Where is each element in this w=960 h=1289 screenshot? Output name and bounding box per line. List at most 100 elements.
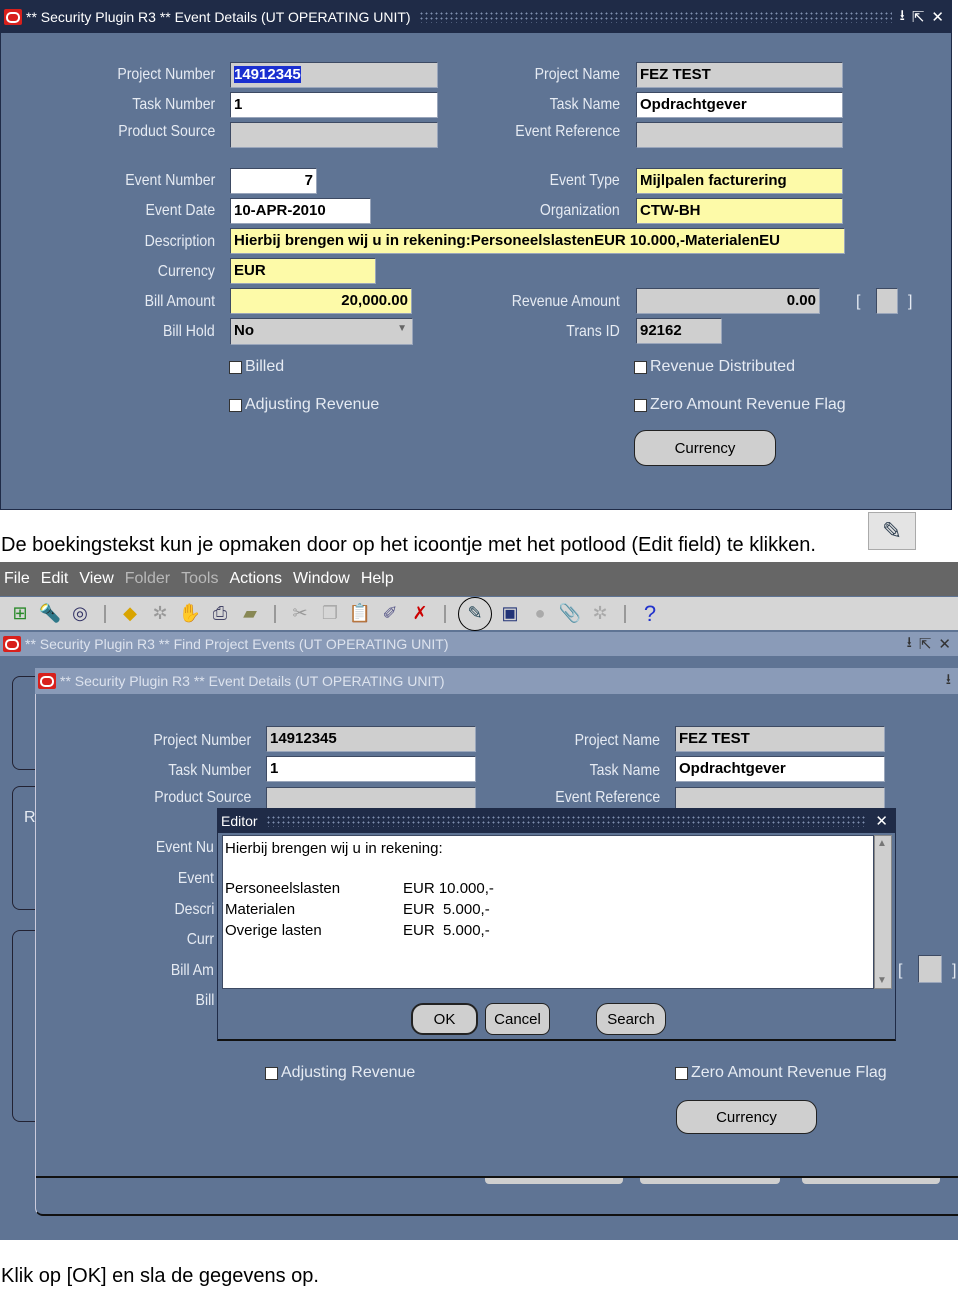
copy-icon[interactable]: ❐ bbox=[318, 602, 342, 626]
maximize-icon[interactable]: ⇱ bbox=[919, 635, 933, 653]
event-date-field[interactable]: 10-APR-2010 bbox=[230, 198, 371, 224]
project-name-field[interactable]: FEZ TEST bbox=[636, 62, 843, 88]
window-title: ** Security Plugin R3 ** Event Details (… bbox=[26, 9, 411, 25]
find-window-title: ** Security Plugin R3 ** Find Project Ev… bbox=[25, 636, 449, 652]
instruction-caption: Klik op [OK] en sla de gegevens op. bbox=[1, 1265, 319, 1287]
save-icon[interactable]: ◆ bbox=[118, 602, 142, 626]
print-icon[interactable]: ⎙ bbox=[208, 602, 232, 626]
editor-textarea[interactable]: Hierbij brengen wij u in rekening: Perso… bbox=[222, 835, 874, 989]
billed-checkbox[interactable]: Billed bbox=[229, 358, 284, 376]
currency-button[interactable]: Currency bbox=[676, 1100, 817, 1134]
descriptive-flexfield[interactable] bbox=[876, 288, 898, 314]
menu-folder[interactable]: Folder bbox=[125, 570, 170, 588]
partial-label: Bill Am bbox=[170, 962, 214, 979]
product-source-field[interactable] bbox=[230, 122, 438, 148]
maximize-icon[interactable]: ⇱ bbox=[912, 8, 926, 26]
event-type-field[interactable]: Mijlpalen facturering bbox=[636, 168, 843, 194]
search-button[interactable]: Search bbox=[596, 1003, 666, 1035]
help-icon[interactable]: ? bbox=[638, 601, 662, 626]
task-number-field[interactable]: 1 bbox=[266, 756, 476, 782]
ok-button[interactable]: OK bbox=[411, 1003, 478, 1035]
details-window-title: ** Security Plugin R3 ** Event Details (… bbox=[60, 673, 445, 689]
new-icon[interactable]: ⊞ bbox=[8, 602, 32, 626]
currency-button[interactable]: Currency bbox=[634, 430, 776, 466]
bottom-button-edge[interactable] bbox=[640, 1178, 780, 1184]
translations-icon[interactable]: ● bbox=[528, 602, 552, 626]
bill-hold-select[interactable]: No ▼ bbox=[230, 318, 413, 345]
label-organization: Organization bbox=[540, 202, 620, 219]
task-name-field[interactable]: Opdrachtgever bbox=[675, 756, 885, 782]
bracket-close: ] bbox=[908, 293, 913, 310]
label-project-name: Project Name bbox=[574, 732, 660, 749]
minimize-icon[interactable]: ⭳ bbox=[900, 5, 906, 30]
zoom-icon[interactable]: ▣ bbox=[498, 602, 522, 626]
menu-view[interactable]: View bbox=[79, 570, 113, 588]
paste-icon[interactable]: 📋 bbox=[348, 602, 372, 626]
checkbox-box bbox=[634, 398, 647, 412]
cancel-button[interactable]: Cancel bbox=[485, 1003, 550, 1035]
chevron-down-icon: ▼ bbox=[397, 323, 407, 334]
bottom-button-edge[interactable] bbox=[485, 1178, 623, 1184]
project-name-field[interactable]: FEZ TEST bbox=[675, 726, 885, 752]
title-drag-area[interactable] bbox=[418, 11, 892, 23]
bottom-button-edge[interactable] bbox=[802, 1178, 940, 1184]
minimize-icon[interactable]: ⭳ bbox=[907, 632, 913, 656]
edit-field-icon[interactable]: ✎ bbox=[458, 596, 492, 631]
zero-amount-revenue-flag-checkbox[interactable]: Zero Amount Revenue Flag bbox=[634, 396, 846, 414]
attachments-icon[interactable]: 📎 bbox=[558, 602, 582, 626]
menu-tools[interactable]: Tools bbox=[181, 570, 218, 588]
task-number-field[interactable]: 1 bbox=[230, 92, 438, 118]
project-number-field[interactable]: 14912345 bbox=[266, 726, 476, 752]
title-drag-area[interactable] bbox=[265, 815, 868, 827]
trans-id-field[interactable]: 92162 bbox=[636, 318, 722, 344]
menu-actions[interactable]: Actions bbox=[229, 570, 281, 588]
oracle-logo-icon bbox=[38, 673, 56, 689]
scroll-up-icon[interactable]: ▲ bbox=[877, 838, 887, 849]
frame-border bbox=[12, 930, 36, 1122]
close-form-icon[interactable]: ▰ bbox=[238, 602, 262, 626]
editor-scrollbar[interactable]: ▲ ▼ bbox=[874, 835, 892, 989]
close-icon[interactable]: ✕ bbox=[938, 635, 952, 653]
close-icon[interactable]: ✕ bbox=[875, 812, 889, 830]
partial-label: Event bbox=[177, 870, 214, 887]
event-number-field[interactable]: 7 bbox=[230, 168, 317, 194]
navigator-icon[interactable]: ◎ bbox=[68, 602, 92, 626]
menu-help[interactable]: Help bbox=[361, 570, 394, 588]
descriptive-flexfield[interactable] bbox=[918, 955, 942, 983]
label-task-name: Task Name bbox=[589, 762, 660, 779]
delete-icon[interactable]: ✗ bbox=[408, 602, 432, 626]
label-project-number: Project Number bbox=[153, 732, 251, 749]
folder-tools-icon[interactable]: ✲ bbox=[588, 602, 612, 626]
clear-record-icon[interactable]: ✐ bbox=[378, 602, 402, 626]
partial-label: Descri bbox=[174, 901, 214, 918]
find-icon[interactable]: 🔦 bbox=[38, 602, 62, 626]
adjusting-revenue-checkbox[interactable]: Adjusting Revenue bbox=[265, 1064, 415, 1082]
adjusting-revenue-checkbox[interactable]: Adjusting Revenue bbox=[229, 396, 379, 414]
label-task-number: Task Number bbox=[132, 96, 215, 113]
zero-amount-revenue-flag-checkbox[interactable]: Zero Amount Revenue Flag bbox=[675, 1064, 887, 1082]
bill-amount-field[interactable]: 20,000.00 bbox=[230, 288, 412, 314]
revenue-distributed-checkbox[interactable]: Revenue Distributed bbox=[634, 358, 795, 376]
menu-window[interactable]: Window bbox=[293, 570, 350, 588]
close-icon[interactable]: ✕ bbox=[931, 8, 945, 26]
checkbox-box bbox=[229, 360, 242, 374]
cut-icon[interactable]: ✂ bbox=[288, 602, 312, 626]
partial-label: Curr bbox=[186, 931, 214, 948]
checkbox-box bbox=[229, 398, 242, 412]
revenue-amount-field[interactable]: 0.00 bbox=[636, 288, 820, 314]
toolbar: ⊞ 🔦 ◎ ◆ ✲ ✋ ⎙ ▰ ✂ ❐ 📋 ✐ ✗ ✎ ▣ ● 📎 ✲ ? bbox=[0, 596, 958, 631]
scroll-down-icon[interactable]: ▼ bbox=[877, 975, 887, 986]
description-field[interactable]: Hierbij brengen wij u in rekening:Person… bbox=[230, 228, 845, 254]
event-reference-field[interactable] bbox=[636, 122, 843, 148]
switch-responsibility-icon[interactable]: ✋ bbox=[178, 602, 202, 626]
organization-field[interactable]: CTW-BH bbox=[636, 198, 843, 224]
project-number-field[interactable]: 14912345 bbox=[230, 62, 438, 88]
label-description: Description bbox=[144, 233, 215, 250]
menu-edit[interactable]: Edit bbox=[41, 570, 69, 588]
currency-field[interactable]: EUR bbox=[230, 258, 376, 284]
menu-file[interactable]: File bbox=[4, 570, 30, 588]
next-step-icon[interactable]: ✲ bbox=[148, 602, 172, 626]
editor-dialog: Editor ✕ Hierbij brengen wij u in rekeni… bbox=[217, 808, 896, 1041]
task-name-field[interactable]: Opdrachtgever bbox=[636, 92, 843, 118]
minimize-icon[interactable]: ⭳ bbox=[946, 669, 952, 694]
